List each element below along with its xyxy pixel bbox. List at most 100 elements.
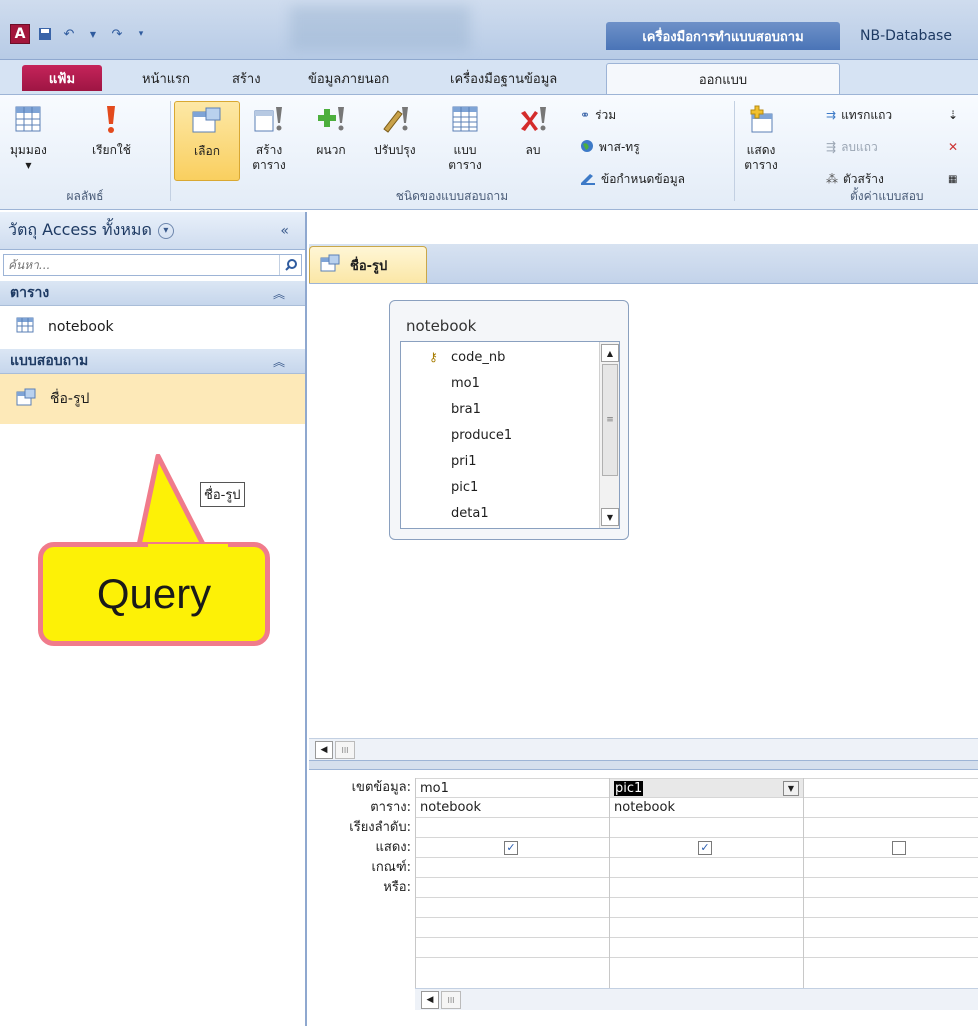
- make-table-button[interactable]: สร้าง ตาราง: [252, 101, 286, 173]
- field-item[interactable]: bra1: [401, 396, 619, 422]
- field-list-scrollbar[interactable]: ▲ ≡ ▼: [599, 342, 619, 528]
- delete-rows-button[interactable]: ⇶ ลบแถว: [826, 137, 878, 157]
- show-table-button[interactable]: แสดง ตาราง: [744, 101, 778, 173]
- pass-through-button[interactable]: พาส-ทรู: [580, 137, 640, 157]
- nav-search-input[interactable]: [4, 255, 279, 275]
- scroll-up-icon[interactable]: ▲: [601, 344, 619, 362]
- crosstab-label-2: ตาราง: [448, 158, 482, 172]
- empty-cell[interactable]: [804, 918, 978, 938]
- obscured-region: [290, 6, 470, 50]
- customize-qat-icon[interactable]: ▾: [132, 25, 150, 43]
- pane-splitter[interactable]: [309, 760, 978, 770]
- field-item[interactable]: mo1: [401, 370, 619, 396]
- field-item[interactable]: pic1: [401, 474, 619, 500]
- ribbon-tabs: แฟ้ม หน้าแรก สร้าง ข้อมูลภายนอก เครื่องม…: [0, 60, 978, 94]
- row-label-show: แสดง:: [375, 840, 411, 855]
- table-cell[interactable]: notebook: [416, 798, 609, 818]
- scroll-thumb[interactable]: III: [335, 741, 355, 759]
- scroll-left-icon[interactable]: ◀: [315, 741, 333, 759]
- update-button[interactable]: ปรับปรุง: [374, 101, 416, 158]
- field-item[interactable]: ⚷ code_nb: [401, 344, 619, 370]
- empty-cell[interactable]: [416, 938, 609, 958]
- union-label: ร่วม: [595, 107, 617, 122]
- criteria-cell[interactable]: [610, 858, 803, 878]
- or-cell[interactable]: [610, 878, 803, 898]
- delete-label: ลบ: [525, 143, 541, 157]
- field-cell-value[interactable]: pic1: [614, 781, 644, 796]
- tab-external-data[interactable]: ข้อมูลภายนอก: [298, 64, 399, 92]
- tab-file[interactable]: แฟ้ม: [22, 65, 102, 91]
- empty-cell[interactable]: [610, 918, 803, 938]
- insert-rows-button[interactable]: ⇉ แทรกแถว: [826, 105, 892, 125]
- nav-item-notebook-table[interactable]: notebook: [0, 306, 305, 348]
- tab-database-tools[interactable]: เครื่องมือฐานข้อมูล: [440, 64, 567, 92]
- return-icon[interactable]: ▦: [948, 169, 957, 189]
- data-definition-button[interactable]: ข้อกำหนดข้อมูล: [580, 169, 685, 189]
- nav-item-query[interactable]: ชื่อ-รูป: [0, 374, 305, 424]
- delete-query-button[interactable]: ลบ: [516, 101, 550, 158]
- access-app-icon[interactable]: A: [10, 24, 30, 44]
- empty-cell[interactable]: [804, 938, 978, 958]
- field-list-notebook[interactable]: notebook ⚷ code_nb mo1 bra1 produce1 pri…: [389, 300, 629, 540]
- save-icon[interactable]: [36, 25, 54, 43]
- field-item[interactable]: produce1: [401, 422, 619, 448]
- insert-columns-icon[interactable]: ⇣: [948, 105, 958, 125]
- empty-cell[interactable]: [610, 938, 803, 958]
- empty-cell[interactable]: [804, 898, 978, 918]
- nav-section-queries[interactable]: แบบสอบถาม ︽: [0, 348, 305, 374]
- criteria-cell[interactable]: [804, 858, 978, 878]
- document-tab-query[interactable]: ชื่อ-รูป: [309, 246, 427, 283]
- table-cell[interactable]: notebook: [610, 798, 803, 818]
- field-item[interactable]: pri1: [401, 448, 619, 474]
- or-cell[interactable]: [416, 878, 609, 898]
- criteria-cell[interactable]: [416, 858, 609, 878]
- scroll-thumb[interactable]: ≡: [602, 364, 618, 476]
- empty-cell[interactable]: [416, 898, 609, 918]
- view-button[interactable]: มุมมอง ▼: [10, 101, 47, 173]
- show-checkbox[interactable]: ✓: [504, 841, 518, 855]
- empty-cell[interactable]: [416, 918, 609, 938]
- field-item[interactable]: deta1: [401, 500, 619, 526]
- scroll-down-icon[interactable]: ▼: [601, 508, 619, 526]
- shutter-bar-collapse-icon[interactable]: «: [280, 223, 289, 239]
- builder-button[interactable]: ⁂ ตัวสร้าง: [826, 169, 884, 189]
- show-cell: ✓: [610, 838, 803, 858]
- tab-create[interactable]: สร้าง: [222, 64, 271, 92]
- show-checkbox[interactable]: ✓: [698, 841, 712, 855]
- field-cell[interactable]: pic1 ▼: [610, 778, 803, 798]
- nav-dropdown-icon[interactable]: ▾: [157, 222, 174, 239]
- sort-cell[interactable]: [610, 818, 803, 838]
- nav-search-box[interactable]: [3, 254, 302, 276]
- redo-icon[interactable]: ↷: [108, 25, 126, 43]
- grid-horizontal-scrollbar[interactable]: ◀ III: [415, 988, 978, 1010]
- field-dropdown-icon[interactable]: ▼: [783, 781, 799, 796]
- field-cell[interactable]: [804, 778, 978, 798]
- append-button[interactable]: ผนวก: [314, 101, 348, 158]
- show-checkbox[interactable]: [892, 841, 906, 855]
- sort-cell[interactable]: [416, 818, 609, 838]
- union-button[interactable]: ⚭ ร่วม: [580, 105, 616, 125]
- collapse-chevron-icon[interactable]: ︽: [273, 353, 285, 370]
- delete-columns-icon[interactable]: ✕: [948, 137, 958, 157]
- or-cell[interactable]: [804, 878, 978, 898]
- collapse-chevron-icon[interactable]: ︽: [273, 285, 285, 302]
- table-cell[interactable]: [804, 798, 978, 818]
- undo-dropdown-icon[interactable]: ▼: [84, 25, 102, 43]
- undo-icon[interactable]: ↶: [60, 25, 78, 43]
- crosstab-button[interactable]: แบบ ตาราง: [448, 101, 482, 173]
- scroll-thumb[interactable]: III: [441, 991, 461, 1009]
- select-query-button[interactable]: เลือก: [174, 101, 240, 181]
- field-cell[interactable]: mo1: [416, 778, 609, 798]
- nav-section-tables[interactable]: ตาราง ︽: [0, 280, 305, 306]
- tab-design[interactable]: ออกแบบ: [606, 63, 840, 94]
- tab-home[interactable]: หน้าแรก: [132, 64, 200, 92]
- empty-cell[interactable]: [610, 898, 803, 918]
- scroll-left-icon[interactable]: ◀: [421, 991, 439, 1009]
- sort-cell[interactable]: [804, 818, 978, 838]
- ribbon: มุมมอง ▼ เรียกใช้ ผลลัพธ์ เลือก สร้าง ตา…: [0, 94, 978, 210]
- canvas-horizontal-scrollbar[interactable]: ◀ III: [309, 738, 978, 760]
- run-button[interactable]: เรียกใช้: [92, 101, 131, 158]
- query-type-group-label: ชนิดของแบบสอบถาม: [395, 189, 509, 203]
- search-icon[interactable]: [279, 255, 301, 275]
- nav-header[interactable]: วัตถุ Access ทั้งหมด ▾ «: [0, 212, 305, 250]
